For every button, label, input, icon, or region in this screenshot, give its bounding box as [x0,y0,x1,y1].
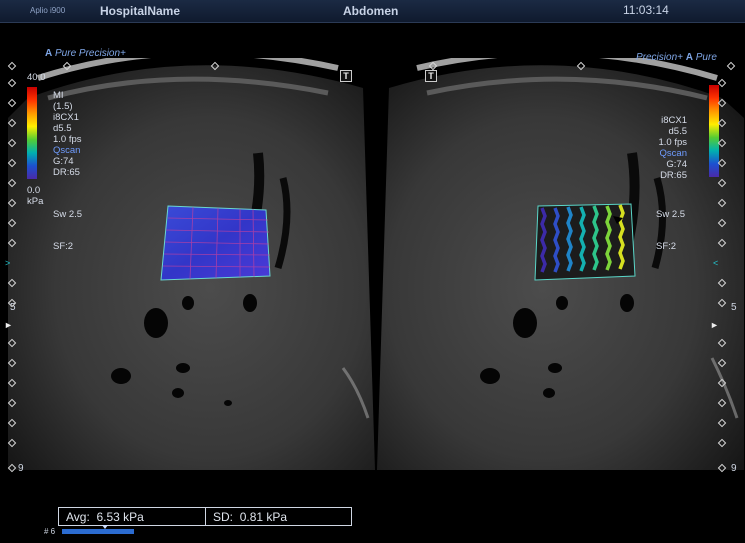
depth-pointer-right[interactable]: ► [710,320,719,330]
depth-9-right: 9 [731,463,737,474]
t-button-right[interactable]: T [425,70,437,82]
focus-marker-left[interactable]: > [5,258,10,268]
elasticity-colorbar-left [27,87,37,179]
cine-frame-slider[interactable] [62,525,134,534]
sf-label-right: SF:2 [656,241,677,252]
measurement-box: Avg: 6.53 kPa SD: 0.81 kPa [58,507,352,526]
clock: 11:03:14 [623,3,669,17]
avg-readout: Avg: 6.53 kPa [66,510,144,524]
focus-marker-right[interactable]: < [713,258,718,268]
sweep-label-left: Sw 2.5 [53,209,83,220]
right-param-list: i8CX1 d5.5 1.0 fps Qscan G:74 DR:65 [658,115,687,181]
frame-number: # 6 [44,527,56,536]
depth-9-left: 9 [18,463,24,474]
sf-label-left: SF:2 [53,241,74,252]
right-ultrasound-image[interactable] [377,58,744,470]
scale-min-label: 0.0 kPa [27,185,44,207]
t-button-left[interactable]: T [340,70,352,82]
scale-max-label: 40.0 [27,72,46,83]
measurement-divider [205,508,206,525]
brand-label: Aplio i900 [30,6,66,15]
apure-badge-right: Precision+ A Pure [636,52,717,63]
sd-readout: SD: 0.81 kPa [213,510,288,524]
sweep-label-right: Sw 2.5 [656,209,686,220]
apure-badge-left: A Pure Precision+ [45,48,126,59]
exam-preset[interactable]: Abdomen [343,4,398,18]
elastography-roi[interactable] [160,205,271,281]
hospital-name: HospitalName [100,4,181,18]
left-param-list: MI (1.5) i8CX1 d5.5 1.0 fps Qscan G:74 D… [53,90,82,178]
shear-wave-propagation-roi[interactable] [534,203,636,281]
depth-pointer-left[interactable]: ► [4,320,13,330]
depth-5-right: 5 [731,302,737,313]
header-bar: Aplio i900 HospitalName Abdomen 11:03:14 [0,0,745,23]
